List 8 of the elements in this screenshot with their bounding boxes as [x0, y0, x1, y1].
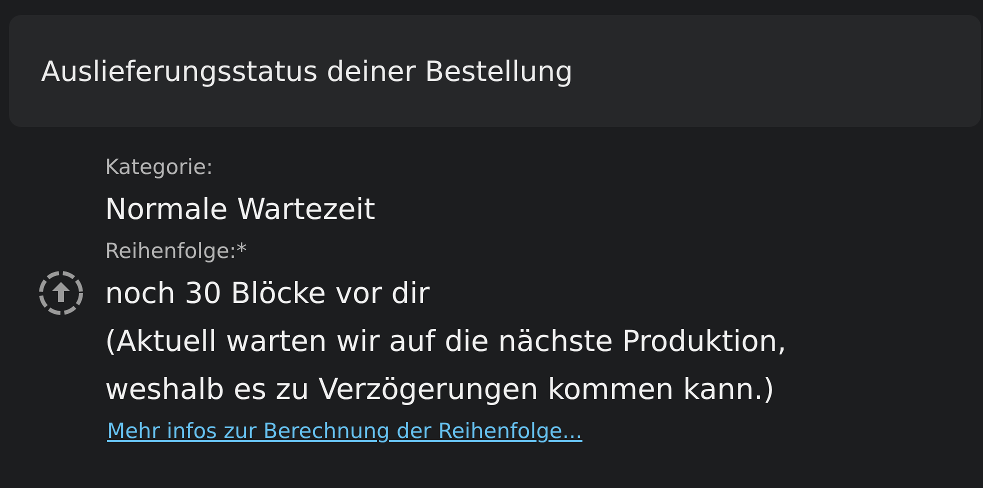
field-label: Kategorie:: [105, 154, 214, 181]
header-title: Auslieferungsstatus deiner Bestellung: [41, 54, 573, 88]
info-link[interactable]: Mehr infos zur Berechnung der Reihenfolge...: [107, 419, 582, 443]
field-value: noch 30 Blöcke vor dir: [105, 275, 431, 312]
field-value: Normale Wartezeit: [105, 191, 376, 228]
field-value: (Aktuell warten wir auf die nächste Produktion,: [105, 323, 788, 360]
field-value: weshalb es zu Verzögerungen kommen kann.): [105, 371, 776, 408]
field-label: Reihenfolge:*: [105, 238, 248, 265]
